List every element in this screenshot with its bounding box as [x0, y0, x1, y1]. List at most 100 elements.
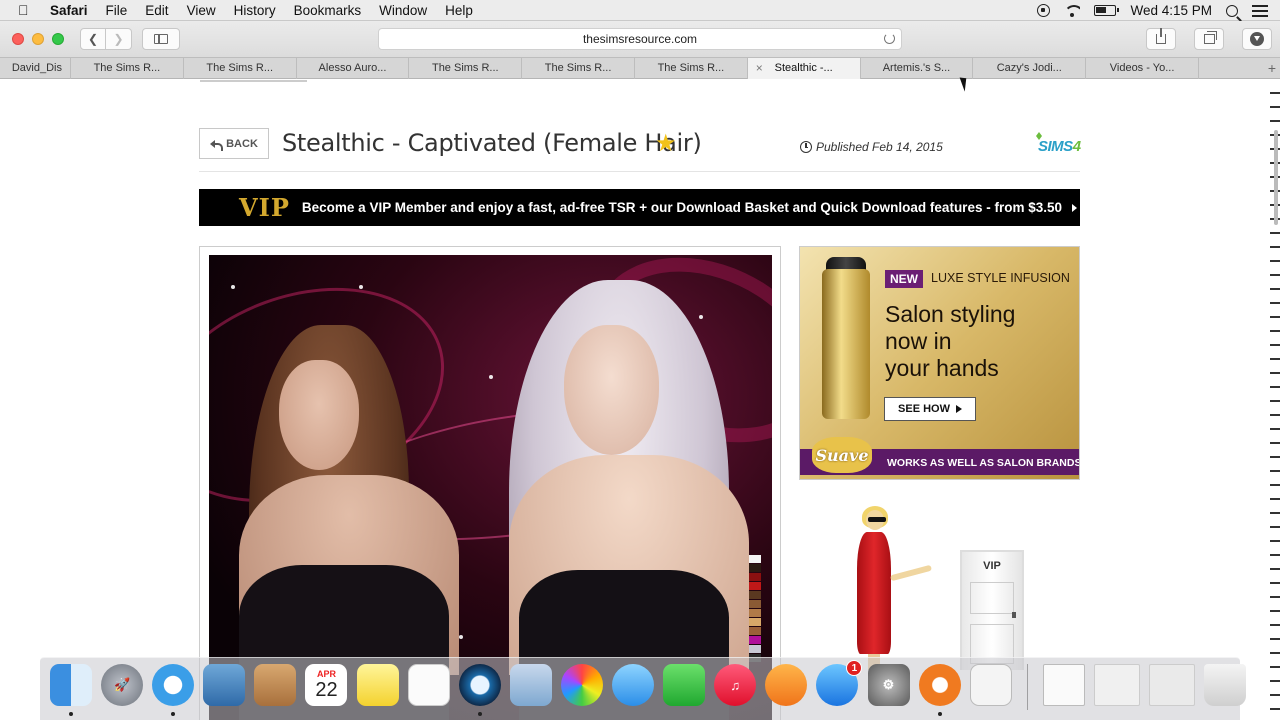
calendar-day: 22 — [315, 679, 338, 701]
menu-app-name[interactable]: Safari — [50, 3, 88, 18]
ibooks-icon[interactable] — [765, 664, 808, 706]
minimize-window-button[interactable] — [32, 33, 44, 45]
menu-bookmarks[interactable]: Bookmarks — [294, 3, 362, 18]
menu-history[interactable]: History — [234, 3, 276, 18]
tab-item[interactable]: David_Dis — [0, 58, 71, 79]
scrollbar-thumb[interactable] — [1274, 130, 1278, 225]
downloads-button[interactable] — [1242, 28, 1272, 50]
suave-logo: Suave — [812, 437, 872, 473]
vlc-icon[interactable] — [918, 664, 961, 716]
vip-door-label: VIP — [983, 560, 1001, 572]
vip-banner-text: Become a VIP Member and enjoy a fast, ad… — [301, 200, 1062, 215]
notification-center-icon[interactable] — [1252, 4, 1268, 17]
reload-icon[interactable] — [884, 33, 895, 44]
tab-label: Stealthic -... — [774, 62, 833, 74]
close-window-button[interactable] — [12, 33, 24, 45]
wifi-icon[interactable] — [1064, 4, 1081, 17]
suave-logo-text: Suave — [815, 445, 869, 465]
back-label: BACK — [226, 137, 258, 150]
tab-label: The Sims R... — [544, 62, 612, 74]
tab-item[interactable]: Videos - Yo... — [1086, 58, 1199, 79]
chevron-left-icon: ❮ — [87, 32, 99, 46]
tab-item[interactable]: Alesso Auro... — [297, 58, 410, 79]
share-button[interactable] — [1146, 28, 1176, 50]
vip-promo-graphic[interactable]: VIP — [840, 506, 1040, 670]
tabs-overview-icon — [1203, 31, 1217, 44]
menu-view[interactable]: View — [187, 3, 216, 18]
screenshot-stack-icon[interactable] — [1093, 664, 1140, 706]
document-icon[interactable] — [1042, 664, 1085, 706]
nav-buttons: ❮ ❯ — [80, 28, 132, 50]
advertisement[interactable]: NEW LUXE STYLE INFUSION Salon styling no… — [799, 246, 1080, 480]
see-how-button[interactable]: SEE HOW — [884, 397, 976, 421]
calendar-icon[interactable]: APR 22 — [305, 664, 348, 706]
tab-item[interactable]: The Sims R... — [409, 58, 523, 79]
dock: 🚀 APR 22 ♫ 1 ⚙ — [40, 657, 1247, 720]
battery-icon[interactable] — [1094, 5, 1120, 16]
contacts-icon[interactable] — [254, 664, 297, 706]
hair-preview-image[interactable] — [209, 255, 772, 720]
menu-clock[interactable]: Wed 4:15 PM — [1130, 3, 1212, 18]
reminders-icon[interactable] — [407, 664, 450, 706]
fullscreen-window-button[interactable] — [52, 33, 64, 45]
mail-icon[interactable] — [203, 664, 246, 706]
sims4-logo: SIMS4 — [1036, 132, 1081, 155]
tab-item[interactable]: The Sims R... — [635, 58, 748, 79]
back-button[interactable]: BACK — [199, 128, 269, 159]
launchpad-icon[interactable]: 🚀 — [101, 664, 144, 706]
web-page: BACK Stealthic - Captivated (Female Hair… — [0, 80, 1280, 720]
system-preferences-icon[interactable]: ⚙ — [867, 664, 910, 706]
notes-icon[interactable] — [356, 664, 399, 706]
safari-icon[interactable] — [152, 664, 195, 716]
published-text: Published Feb 14, 2015 — [816, 140, 943, 154]
product-can-image — [822, 269, 870, 419]
quicktime-icon[interactable] — [458, 664, 501, 716]
itunes-icon[interactable]: ♫ — [714, 664, 757, 706]
new-tab-button[interactable]: + — [1268, 58, 1276, 78]
tab-item[interactable]: The Sims R... — [184, 58, 297, 79]
tab-label: Alesso Auro... — [318, 62, 387, 74]
messages-icon[interactable] — [612, 664, 655, 706]
close-tab-icon[interactable]: × — [756, 58, 763, 79]
textedit-icon[interactable] — [969, 664, 1012, 706]
facetime-icon[interactable] — [663, 664, 706, 706]
preview-icon[interactable] — [509, 664, 552, 706]
apple-menu-icon[interactable]:  — [18, 2, 38, 18]
preview-image-frame — [199, 246, 781, 720]
tab-label: The Sims R... — [206, 62, 273, 74]
tab-item[interactable]: The Sims R... — [522, 58, 635, 79]
vip-logo: VIP — [239, 193, 290, 222]
back-nav-button[interactable]: ❮ — [80, 28, 106, 50]
ad-product-line: LUXE STYLE INFUSION — [931, 271, 1070, 285]
header-divider — [199, 171, 1080, 172]
address-bar[interactable]: thesimsresource.com — [378, 28, 902, 50]
finder-icon[interactable] — [50, 664, 92, 716]
menu-window[interactable]: Window — [379, 3, 427, 18]
menu-help[interactable]: Help — [445, 3, 473, 18]
page-title: Stealthic - Captivated (Female Hair) — [282, 129, 702, 157]
star-icon[interactable]: ★ — [655, 130, 677, 158]
tab-item[interactable]: Cazy's Jodi... — [973, 58, 1087, 79]
menu-file[interactable]: File — [106, 3, 128, 18]
dock-separator — [1026, 664, 1028, 710]
calendar-month: APR — [316, 669, 336, 679]
forward-nav-button[interactable]: ❯ — [106, 28, 132, 50]
trash-icon[interactable] — [1204, 664, 1247, 706]
tab-label: Cazy's Jodi... — [996, 62, 1062, 74]
see-how-label: SEE HOW — [898, 403, 950, 415]
spotlight-search-icon[interactable] — [1226, 4, 1238, 17]
photos-icon[interactable] — [560, 664, 603, 706]
tab-label: Videos - Yo... — [1109, 62, 1175, 74]
sidebar-toggle-button[interactable] — [142, 28, 180, 50]
screen-record-icon[interactable] — [1037, 4, 1051, 17]
show-all-tabs-button[interactable] — [1194, 28, 1224, 50]
color-swatches — [749, 555, 761, 662]
app-store-icon[interactable]: 1 — [816, 660, 863, 706]
tab-item[interactable]: The Sims R... — [71, 58, 184, 79]
vip-banner[interactable]: VIP Become a VIP Member and enjoy a fast… — [199, 189, 1080, 226]
tab-item-active[interactable]: × Stealthic -... — [747, 58, 861, 79]
menu-edit[interactable]: Edit — [145, 3, 168, 18]
downloads-stack-icon[interactable] — [1149, 664, 1196, 706]
tab-label: The Sims R... — [431, 62, 499, 74]
tab-item[interactable]: Artemis.'s S... — [861, 58, 974, 79]
